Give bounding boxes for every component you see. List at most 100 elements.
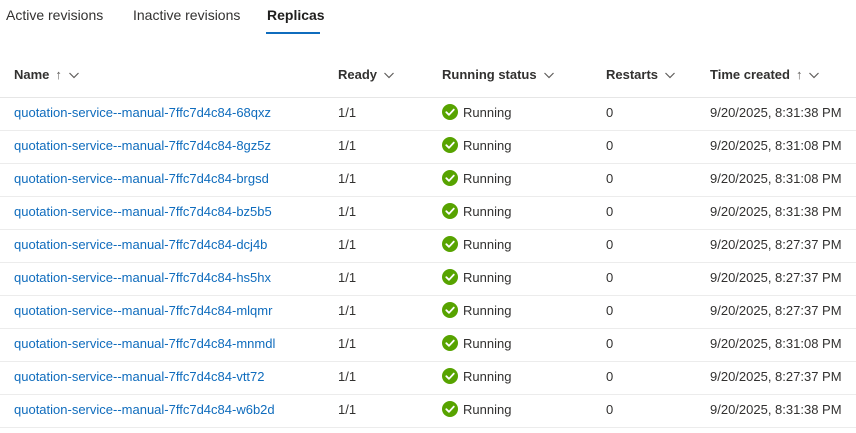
running-status: Running — [442, 302, 511, 318]
replica-name-link[interactable]: quotation-service--manual-7ffc7d4c84-vtt… — [14, 369, 265, 384]
ready-value: 1/1 — [338, 270, 357, 285]
column-header-ready[interactable]: Ready — [338, 67, 395, 82]
table-row: quotation-service--manual-7ffc7d4c84-68q… — [0, 97, 856, 131]
running-status: Running — [442, 335, 511, 351]
time-created-value: 9/20/2025, 8:31:08 PM — [710, 336, 842, 351]
time-created-value: 9/20/2025, 8:31:08 PM — [710, 171, 842, 186]
running-status-label: Running — [463, 170, 512, 186]
chevron-down-icon[interactable] — [543, 69, 555, 81]
restarts-value: 0 — [606, 402, 614, 417]
column-header-time-created-label: Time created — [710, 67, 790, 82]
column-header-restarts-label: Restarts — [606, 67, 659, 82]
restarts-value: 0 — [606, 171, 614, 186]
chevron-down-icon[interactable] — [383, 69, 395, 81]
column-header-ready-label: Ready — [338, 67, 378, 82]
replica-name-link[interactable]: quotation-service--manual-7ffc7d4c84-dcj… — [14, 237, 267, 252]
table-row: quotation-service--manual-7ffc7d4c84-w6b… — [0, 394, 856, 428]
time-created-value: 9/20/2025, 8:31:38 PM — [710, 402, 842, 417]
time-created-value: 9/20/2025, 8:27:37 PM — [710, 270, 842, 285]
ready-value: 1/1 — [338, 105, 357, 120]
check-circle-icon — [442, 269, 458, 285]
table-row: quotation-service--manual-7ffc7d4c84-mlq… — [0, 295, 856, 329]
running-status-label: Running — [463, 137, 512, 153]
time-created-value: 9/20/2025, 8:31:08 PM — [710, 138, 842, 153]
chevron-down-icon[interactable] — [68, 69, 80, 81]
column-header-name-label: Name — [14, 67, 50, 82]
replica-name-link[interactable]: quotation-service--manual-7ffc7d4c84-68q… — [14, 105, 271, 120]
running-status-label: Running — [463, 335, 512, 351]
sort-ascending-icon: ↑ — [55, 67, 62, 82]
chevron-down-icon[interactable] — [664, 69, 676, 81]
running-status-label: Running — [463, 302, 512, 318]
time-created-value: 9/20/2025, 8:27:37 PM — [710, 369, 842, 384]
column-header-restarts[interactable]: Restarts — [606, 67, 676, 82]
time-created-value: 9/20/2025, 8:27:37 PM — [710, 303, 842, 318]
running-status: Running — [442, 269, 511, 285]
column-header-name[interactable]: Name ↑ — [14, 67, 80, 82]
tab-bar: Active revisions Inactive revisions Repl… — [0, 0, 856, 36]
ready-value: 1/1 — [338, 171, 357, 186]
time-created-value: 9/20/2025, 8:31:38 PM — [710, 204, 842, 219]
replica-name-link[interactable]: quotation-service--manual-7ffc7d4c84-8gz… — [14, 138, 271, 153]
check-circle-icon — [442, 302, 458, 318]
replica-name-link[interactable]: quotation-service--manual-7ffc7d4c84-w6b… — [14, 402, 275, 417]
restarts-value: 0 — [606, 270, 614, 285]
chevron-down-icon[interactable] — [808, 69, 820, 81]
running-status: Running — [442, 401, 511, 417]
check-circle-icon — [442, 170, 458, 186]
ready-value: 1/1 — [338, 402, 357, 417]
check-circle-icon — [442, 104, 458, 120]
time-created-value: 9/20/2025, 8:31:38 PM — [710, 105, 842, 120]
ready-value: 1/1 — [338, 204, 357, 219]
active-tab-indicator — [266, 32, 320, 34]
running-status-label: Running — [463, 203, 512, 219]
replica-name-link[interactable]: quotation-service--manual-7ffc7d4c84-brg… — [14, 171, 269, 186]
table-row: quotation-service--manual-7ffc7d4c84-hs5… — [0, 262, 856, 296]
running-status: Running — [442, 236, 511, 252]
replica-name-link[interactable]: quotation-service--manual-7ffc7d4c84-bz5… — [14, 204, 272, 219]
check-circle-icon — [442, 137, 458, 153]
replica-name-link[interactable]: quotation-service--manual-7ffc7d4c84-hs5… — [14, 270, 271, 285]
restarts-value: 0 — [606, 336, 614, 351]
running-status: Running — [442, 170, 511, 186]
tab-replicas[interactable]: Replicas — [267, 7, 325, 23]
sort-ascending-icon: ↑ — [795, 67, 803, 82]
replicas-page: Active revisions Inactive revisions Repl… — [0, 0, 856, 433]
tab-inactive-revisions[interactable]: Inactive revisions — [133, 7, 240, 23]
running-status-label: Running — [463, 269, 512, 285]
column-header-running-status[interactable]: Running status — [442, 67, 555, 82]
running-status-label: Running — [463, 401, 512, 417]
running-status-label: Running — [463, 236, 512, 252]
running-status: Running — [442, 104, 511, 120]
table-header: Name ↑ Ready Running status Restarts Tim… — [0, 57, 856, 98]
restarts-value: 0 — [606, 204, 614, 219]
check-circle-icon — [442, 335, 458, 351]
replica-name-link[interactable]: quotation-service--manual-7ffc7d4c84-mnm… — [14, 336, 275, 351]
restarts-value: 0 — [606, 303, 614, 318]
check-circle-icon — [442, 368, 458, 384]
running-status: Running — [442, 137, 511, 153]
ready-value: 1/1 — [338, 303, 357, 318]
table-row: quotation-service--manual-7ffc7d4c84-dcj… — [0, 229, 856, 263]
running-status-label: Running — [463, 368, 512, 384]
table-row: quotation-service--manual-7ffc7d4c84-bz5… — [0, 196, 856, 230]
table-row: quotation-service--manual-7ffc7d4c84-8gz… — [0, 130, 856, 164]
tab-active-revisions[interactable]: Active revisions — [6, 7, 103, 23]
check-circle-icon — [442, 236, 458, 252]
restarts-value: 0 — [606, 138, 614, 153]
time-created-value: 9/20/2025, 8:27:37 PM — [710, 237, 842, 252]
running-status-label: Running — [463, 104, 512, 120]
column-header-time-created[interactable]: Time created ↑ — [710, 67, 820, 82]
restarts-value: 0 — [606, 369, 614, 384]
column-header-running-status-label: Running status — [442, 67, 537, 82]
ready-value: 1/1 — [338, 336, 357, 351]
table-row: quotation-service--manual-7ffc7d4c84-vtt… — [0, 361, 856, 395]
running-status: Running — [442, 368, 511, 384]
ready-value: 1/1 — [338, 138, 357, 153]
ready-value: 1/1 — [338, 237, 357, 252]
table-row: quotation-service--manual-7ffc7d4c84-brg… — [0, 163, 856, 197]
replica-name-link[interactable]: quotation-service--manual-7ffc7d4c84-mlq… — [14, 303, 272, 318]
running-status: Running — [442, 203, 511, 219]
table-row: quotation-service--manual-7ffc7d4c84-mnm… — [0, 328, 856, 362]
restarts-value: 0 — [606, 105, 614, 120]
